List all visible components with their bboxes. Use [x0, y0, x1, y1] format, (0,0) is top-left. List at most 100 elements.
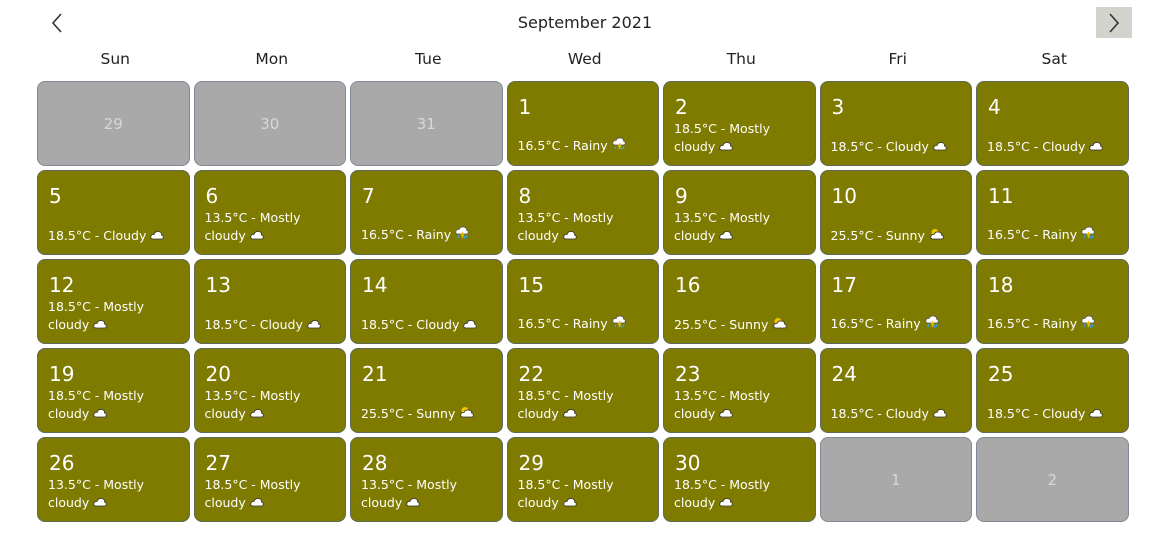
weather-text: 25.5°C - Sunny — [674, 316, 769, 332]
cloud-icon — [719, 227, 733, 245]
weather-info: 16.5°C - Rainy — [518, 137, 653, 156]
weather-info: 13.5°C - Mostly cloudy — [674, 387, 809, 424]
cloud-icon — [250, 494, 264, 512]
day-cell[interactable]: 3 18.5°C - Cloudy — [819, 81, 972, 166]
day-cell[interactable]: 6 13.5°C - Mostly cloudy — [193, 170, 346, 255]
day-cell[interactable]: 21 25.5°C - Sunny — [350, 348, 503, 433]
day-number: 21 — [362, 362, 388, 386]
cloud-icon — [93, 316, 107, 334]
day-cell[interactable]: 7 16.5°C - Rainy — [350, 170, 503, 255]
day-cell[interactable]: 19 18.5°C - Mostly cloudy — [37, 348, 190, 433]
day-cell[interactable]: 4 18.5°C - Cloudy — [976, 81, 1129, 166]
weather-info: 18.5°C - Mostly cloudy — [674, 476, 809, 513]
weather-info: 18.5°C - Cloudy — [987, 138, 1122, 157]
weather-info: 18.5°C - Mostly cloudy — [674, 120, 809, 157]
cloud-icon — [463, 316, 478, 334]
weather-info: 13.5°C - Mostly cloudy — [48, 476, 183, 513]
next-month-button[interactable] — [1096, 7, 1132, 38]
day-number: 23 — [675, 362, 701, 386]
day-cell[interactable]: 8 13.5°C - Mostly cloudy — [506, 170, 659, 255]
day-number: 4 — [988, 95, 1001, 119]
weather-info: 18.5°C - Mostly cloudy — [205, 476, 340, 513]
day-cell[interactable]: 15 16.5°C - Rainy — [506, 259, 659, 344]
day-cell-other-month[interactable]: 1 — [819, 437, 972, 522]
month-title: September 2021 — [517, 13, 653, 32]
day-cell-other-month[interactable]: 30 — [193, 81, 346, 166]
day-cell[interactable]: 26 13.5°C - Mostly cloudy — [37, 437, 190, 522]
cloud-icon — [406, 494, 420, 512]
day-cell[interactable]: 22 18.5°C - Mostly cloudy — [506, 348, 659, 433]
weather-info: 13.5°C - Mostly cloudy — [205, 387, 340, 424]
day-cell[interactable]: 28 13.5°C - Mostly cloudy — [350, 437, 503, 522]
weather-text: 25.5°C - Sunny — [361, 405, 456, 421]
day-cell[interactable]: 17 16.5°C - Rainy — [819, 259, 972, 344]
day-number: 26 — [49, 451, 75, 475]
day-cell[interactable]: 11 16.5°C - Rainy — [976, 170, 1129, 255]
day-cell-other-month[interactable]: 31 — [350, 81, 503, 166]
day-number: 15 — [518, 273, 544, 297]
weather-text: 18.5°C - Cloudy — [830, 138, 929, 154]
weather-info: 16.5°C - Rainy — [987, 226, 1122, 245]
day-number: 14 — [362, 273, 388, 297]
day-number: 9 — [675, 184, 688, 208]
day-cell[interactable]: 29 18.5°C - Mostly cloudy — [506, 437, 659, 522]
weather-info: 13.5°C - Mostly cloudy — [205, 209, 340, 246]
day-number: 16 — [675, 273, 701, 297]
cloud-icon — [93, 494, 107, 512]
weather-info: 25.5°C - Sunny — [361, 405, 496, 424]
day-cell[interactable]: 5 18.5°C - Cloudy — [37, 170, 190, 255]
weather-text: 16.5°C - Rainy — [517, 316, 608, 331]
weekday-label: Sun — [100, 50, 131, 68]
weather-info: 13.5°C - Mostly cloudy — [518, 209, 653, 246]
weekday-label: Wed — [567, 50, 602, 68]
day-cell[interactable]: 14 18.5°C - Cloudy — [350, 259, 503, 344]
chevron-right-icon — [1109, 12, 1120, 33]
day-cell[interactable]: 20 13.5°C - Mostly cloudy — [193, 348, 346, 433]
cloud-icon — [563, 405, 577, 423]
day-cell[interactable]: 18 16.5°C - Rainy — [976, 259, 1129, 344]
weather-text: 18.5°C - Cloudy — [830, 405, 929, 421]
weather-text: 18.5°C - Cloudy — [987, 138, 1086, 154]
day-cell[interactable]: 10 25.5°C - Sunny — [819, 170, 972, 255]
weather-text: 16.5°C - Rainy — [361, 227, 452, 242]
weather-info: 18.5°C - Cloudy — [831, 405, 966, 424]
day-number: 17 — [831, 273, 857, 297]
day-cell[interactable]: 12 18.5°C - Mostly cloudy — [37, 259, 190, 344]
day-cell[interactable]: 30 18.5°C - Mostly cloudy — [663, 437, 816, 522]
day-number: 19 — [49, 362, 75, 386]
day-cell[interactable]: 13 18.5°C - Cloudy — [193, 259, 346, 344]
sun-cloud-icon — [929, 227, 945, 245]
day-cell[interactable]: 16 25.5°C - Sunny — [663, 259, 816, 344]
weekday-label: Tue — [415, 50, 442, 68]
day-number: 18 — [988, 273, 1014, 297]
weather-info: 18.5°C - Cloudy — [831, 138, 966, 157]
weather-text: 16.5°C - Rainy — [987, 316, 1078, 331]
day-cell[interactable]: 2 18.5°C - Mostly cloudy — [663, 81, 816, 166]
day-number: 2 — [675, 95, 688, 119]
day-cell[interactable]: 9 13.5°C - Mostly cloudy — [663, 170, 816, 255]
day-number: 20 — [205, 362, 231, 386]
cloud-icon — [93, 405, 107, 423]
cloud-icon — [719, 138, 733, 156]
day-number: 11 — [988, 184, 1014, 208]
cloud-icon — [150, 227, 165, 245]
cloud-icon — [250, 227, 264, 245]
weather-info: 13.5°C - Mostly cloudy — [361, 476, 496, 513]
day-cell[interactable]: 24 18.5°C - Cloudy — [819, 348, 972, 433]
day-cell[interactable]: 23 13.5°C - Mostly cloudy — [663, 348, 816, 433]
day-number: 13 — [205, 273, 231, 297]
day-cell-other-month[interactable]: 29 — [37, 81, 190, 166]
calendar-header: September 2021 — [0, 0, 1170, 46]
day-cell-other-month[interactable]: 2 — [976, 437, 1129, 522]
cloud-icon — [563, 227, 577, 245]
cloud-icon — [719, 405, 733, 423]
day-cell[interactable]: 1 16.5°C - Rainy — [506, 81, 659, 166]
day-number: 31 — [416, 115, 436, 133]
cloud-icon — [719, 494, 733, 512]
rain-icon — [924, 315, 941, 334]
weather-info: 13.5°C - Mostly cloudy — [674, 209, 809, 246]
day-cell[interactable]: 25 18.5°C - Cloudy — [976, 348, 1129, 433]
day-cell[interactable]: 27 18.5°C - Mostly cloudy — [193, 437, 346, 522]
rain-icon — [611, 315, 628, 334]
weather-text: 16.5°C - Rainy — [830, 316, 921, 331]
